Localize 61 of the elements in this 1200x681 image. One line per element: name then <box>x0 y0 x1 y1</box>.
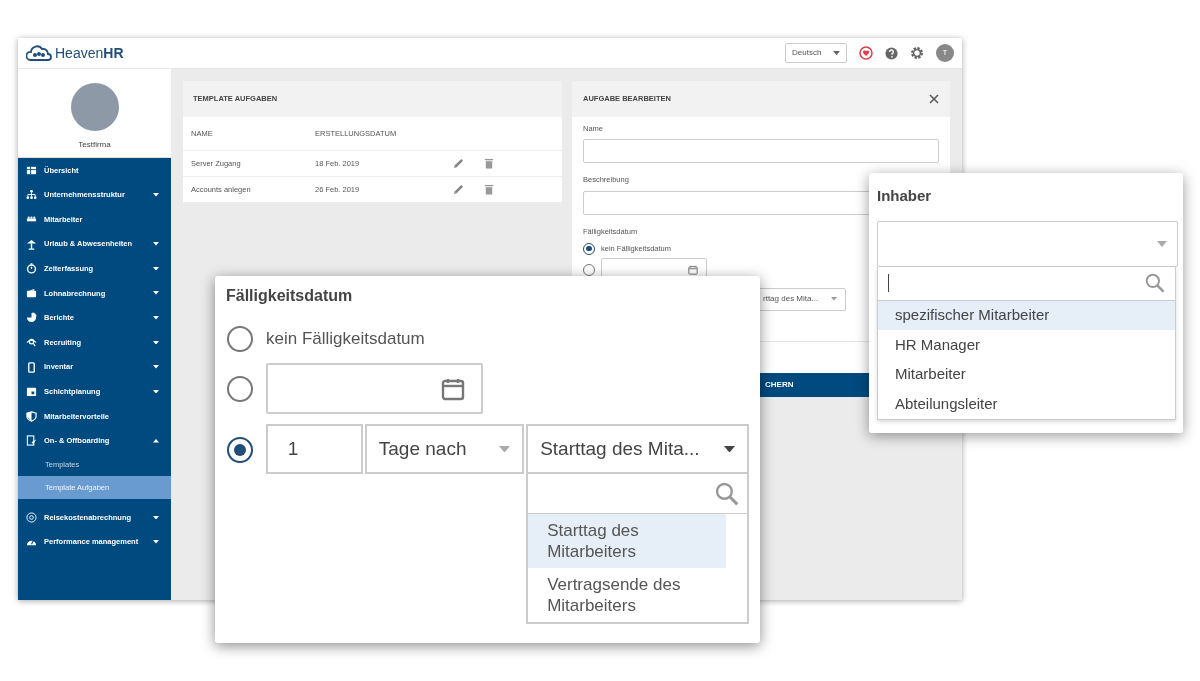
caret-icon <box>1157 240 1167 247</box>
date-field[interactable] <box>266 363 483 414</box>
dropdown-option[interactable]: Starttag des Mitarbeiters <box>528 514 727 568</box>
caret-icon <box>153 316 159 320</box>
wallet-icon <box>26 287 37 299</box>
calendar-icon <box>26 386 37 398</box>
org-chart-icon <box>26 189 37 201</box>
edit-icon[interactable] <box>453 158 464 169</box>
user-avatar[interactable]: T <box>936 44 954 62</box>
target-icon <box>26 511 37 523</box>
caret-icon <box>153 193 159 197</box>
input-field[interactable] <box>583 139 939 164</box>
umbrella-icon <box>26 238 37 250</box>
amount-field[interactable]: 1 <box>265 424 363 474</box>
dropdown-option[interactable]: Vertragsende des Mitarbeiters <box>528 568 727 622</box>
dropdown-option[interactable]: Mitarbeiter <box>878 359 1175 389</box>
caret-icon <box>153 365 159 369</box>
delete-icon[interactable] <box>484 184 494 195</box>
caret-icon <box>153 291 159 296</box>
caret-icon <box>153 389 159 394</box>
caret-icon <box>833 50 840 56</box>
caret-icon <box>153 515 159 520</box>
popup-title: Inhaber <box>877 186 933 206</box>
caret-icon <box>499 445 511 453</box>
caret-icon <box>153 340 159 345</box>
radio-button[interactable] <box>227 376 253 402</box>
radio-button[interactable] <box>227 326 253 352</box>
radio-button[interactable] <box>227 437 253 463</box>
edit-icon[interactable] <box>453 184 464 195</box>
dashboard-icon <box>26 164 37 176</box>
caret-icon <box>153 540 159 544</box>
document-icon <box>26 435 37 447</box>
caret-icon <box>153 266 159 271</box>
dropdown-option[interactable]: Abteilungsleiter <box>878 389 1175 419</box>
stopwatch-icon <box>26 263 37 275</box>
phone-icon <box>26 361 37 373</box>
calendar-icon[interactable] <box>441 376 465 401</box>
language-select[interactable]: Deutsch <box>785 43 847 63</box>
search-icon <box>1145 273 1165 293</box>
option-label: kein Fälligkeitsdatum <box>266 328 425 350</box>
help-icon[interactable] <box>885 46 898 60</box>
caret-icon <box>831 297 837 302</box>
company-avatar <box>70 83 119 131</box>
dropdown-option[interactable]: HR Manager <box>878 330 1175 360</box>
search-icon <box>715 481 739 506</box>
dropdown-option[interactable]: spezifischer Mitarbeiter <box>878 300 1175 330</box>
shield-icon <box>26 410 37 422</box>
unit-select[interactable]: Tage nach <box>364 424 525 474</box>
caret-icon <box>153 242 159 246</box>
logo-text: HeavenHR <box>55 43 124 63</box>
logo-icon <box>26 45 52 61</box>
reference-select[interactable]: Starttag des Mita... <box>526 424 749 474</box>
popup-title: Fälligkeitsdatum <box>226 286 354 306</box>
text-cursor <box>888 274 889 292</box>
calendar-icon[interactable] <box>688 264 698 275</box>
settings-icon[interactable] <box>910 46 924 60</box>
close-icon[interactable] <box>929 94 939 104</box>
caret-icon <box>724 445 735 453</box>
caret-icon <box>153 439 159 443</box>
company-name: Testfirma <box>78 139 111 151</box>
delete-icon[interactable] <box>484 158 494 169</box>
